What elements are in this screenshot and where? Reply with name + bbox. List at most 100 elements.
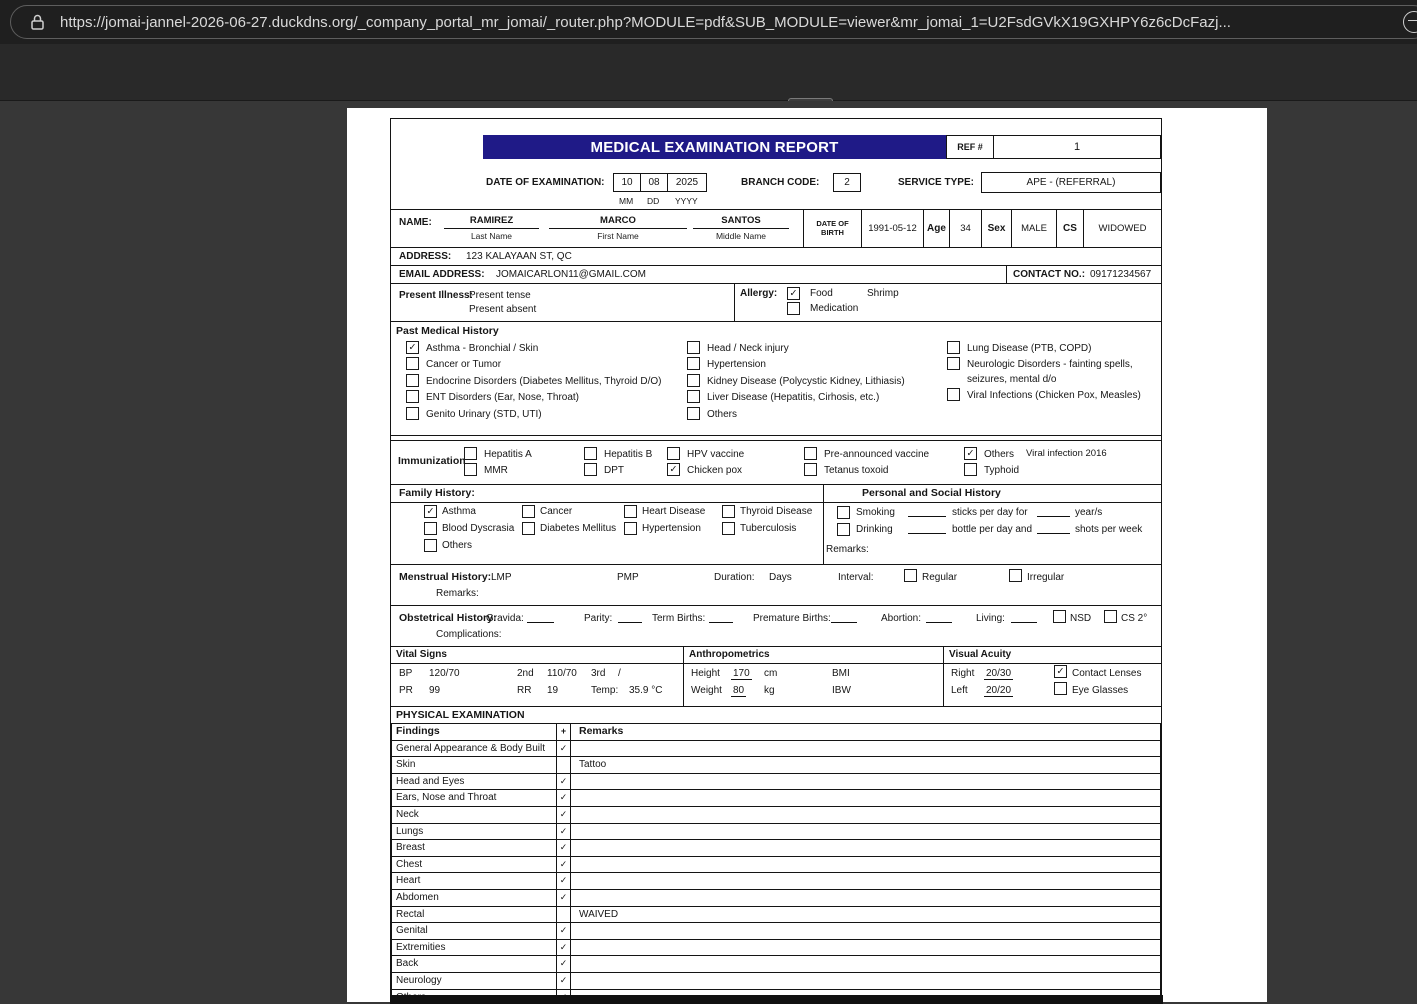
contact-lenses-checkbox: ✓ xyxy=(1054,665,1067,678)
finding-name: Neck xyxy=(391,805,557,824)
premature-births-blank xyxy=(831,613,857,623)
findings-row: Chest ✓ xyxy=(391,855,1161,874)
url-text[interactable]: https://jomai-jannel-2026-06-27.duckdns.… xyxy=(60,14,1231,31)
past-medical-item: Neurologic Disorders - fainting spells, … xyxy=(947,356,1155,387)
finding-remark xyxy=(570,955,1161,973)
immunization-item-label: Typhoid xyxy=(984,465,1020,477)
immunization-item-label: Pre-announced vaccine xyxy=(824,449,930,460)
address-section: ADDRESS: 123 KALAYAAN ST, QC xyxy=(391,247,1161,265)
drinking-end-label: shots per week xyxy=(1075,524,1143,535)
finding-name: Chest xyxy=(391,855,557,874)
family-item-checkbox xyxy=(722,522,735,535)
immunization-item: ✓ Chicken pox xyxy=(667,462,744,478)
dob-label: DATE OF BIRTH xyxy=(803,210,861,247)
past-medical-item-label: Genito Urinary (STD, UTI) xyxy=(426,408,542,420)
living-blank xyxy=(1011,613,1037,623)
address-value: 123 KALAYAAN ST, QC xyxy=(466,251,572,262)
immunization-item-checkbox xyxy=(584,463,597,477)
finding-check: ✓ xyxy=(556,822,571,841)
past-medical-item-label: Neurologic Disorders - fainting spells, … xyxy=(967,359,1133,386)
family-item-label: Asthma xyxy=(442,506,476,517)
smoking-blank1 xyxy=(908,507,946,517)
exam-date-yyyy: 2025 xyxy=(667,173,707,192)
family-item-checkbox xyxy=(522,505,535,518)
complications-label: Complications: xyxy=(436,629,502,640)
family-item-label: Heart Disease xyxy=(642,506,706,517)
cs-label: CS xyxy=(1056,210,1083,247)
past-medical-item-label: ENT Disorders (Ear, Nose, Throat) xyxy=(426,392,580,404)
bmi-label: BMI xyxy=(832,668,850,679)
finding-remark xyxy=(570,822,1161,841)
immunization-item-checkbox xyxy=(464,447,477,460)
exam-date-label: DATE OF EXAMINATION: xyxy=(486,177,605,188)
weight-unit: kg xyxy=(764,685,775,696)
finding-check: ✓ xyxy=(556,922,571,940)
bp3-label: 3rd xyxy=(591,668,606,679)
past-medical-item-checkbox xyxy=(687,390,700,404)
present-illness-line2: Present absent xyxy=(469,304,537,315)
finding-name: Lungs xyxy=(391,822,557,841)
findings-row: Back ✓ xyxy=(391,955,1161,973)
smoking-blank2 xyxy=(1037,507,1070,517)
email-section: EMAIL ADDRESS: JOMAICARLON11@GMAIL.COM C… xyxy=(391,265,1161,283)
finding-name: Breast xyxy=(391,839,557,857)
irregular-label: Irregular xyxy=(1027,572,1065,583)
lock-icon[interactable] xyxy=(29,13,46,32)
address-bar[interactable]: https://jomai-jannel-2026-06-27.duckdns.… xyxy=(10,5,1417,39)
findings-row: Lungs ✓ xyxy=(391,822,1161,841)
dob-value: 1991-05-12 xyxy=(861,210,923,247)
family-item-label: Diabetes Mellitus xyxy=(540,523,617,534)
pdf-canvas[interactable]: MEDICAL EXAMINATION REPORT REF # 1 DATE … xyxy=(0,101,1417,1004)
allergy-food-note: Shrimp xyxy=(867,288,899,299)
past-medical-title: Past Medical History xyxy=(396,325,499,337)
premature-births-label: Premature Births: xyxy=(753,613,831,624)
irregular-checkbox xyxy=(1009,569,1022,582)
finding-name: Head and Eyes xyxy=(391,772,557,791)
dd-label: DD xyxy=(647,196,660,206)
immunization-item-label: Hepatitis A xyxy=(484,449,532,460)
menstrual-section: Menstrual History: LMP PMP Duration: Day… xyxy=(391,564,1161,605)
immunization-item-checkbox xyxy=(964,463,977,477)
parity-blank xyxy=(618,613,642,623)
family-history-panel: Family History: ✓ Asthma Blood Dyscrasia Ot… xyxy=(391,485,823,564)
present-illness-line1: Present tense xyxy=(469,290,531,301)
findings-row: Heart ✓ xyxy=(391,872,1161,890)
weight-label: Weight xyxy=(691,685,722,696)
past-medical-item: Liver Disease (Hepatitis, Cirhosis, etc.… xyxy=(687,389,943,405)
bp3-value: / xyxy=(618,668,621,679)
past-medical-item: Kidney Disease (Polycystic Kidney, Lithi… xyxy=(687,373,943,389)
past-medical-item-checkbox xyxy=(687,373,700,387)
first-name-group: MARCO First Name xyxy=(549,215,687,241)
immunization-item-label: Chicken pox xyxy=(687,465,743,477)
contact-cell: CONTACT NO.: 09171234567 xyxy=(1006,266,1161,283)
past-medical-item-checkbox xyxy=(406,373,419,387)
family-item-checkbox: ✓ xyxy=(424,505,437,518)
finding-check xyxy=(556,756,571,774)
finding-check: ✓ xyxy=(556,971,571,990)
finding-remark xyxy=(570,739,1161,758)
findings-table: Findings + Remarks General Appearance & … xyxy=(391,723,1161,996)
finding-remark: WAIVED xyxy=(570,905,1161,924)
finding-check: ✓ xyxy=(556,855,571,874)
pdf-toolbar: Draw T A 1 of 2 xyxy=(0,44,1417,134)
past-medical-item-label: Viral Infections (Chicken Pox, Measles) xyxy=(967,390,1141,402)
past-medical-item-label: Cancer or Tumor xyxy=(426,359,502,371)
findings-header-row: Findings + Remarks xyxy=(391,723,1161,741)
obstetrical-label: Obstetrical History: xyxy=(399,612,497,624)
contact-value: 09171234567 xyxy=(1090,269,1152,280)
finding-remark xyxy=(570,772,1161,791)
findings-header: Findings xyxy=(391,723,557,741)
gravida-label: Gravida: xyxy=(486,613,524,624)
smoking-mid-label: sticks per day for xyxy=(952,507,1028,518)
immunization-item-checkbox xyxy=(667,447,680,460)
family-item-checkbox xyxy=(522,522,535,535)
yyyy-label: YYYY xyxy=(675,196,698,206)
finding-name: Abdomen xyxy=(391,888,557,907)
vital-signs-title: Vital Signs xyxy=(391,647,683,664)
menstrual-remarks-label: Remarks: xyxy=(436,588,479,599)
finding-check: ✓ xyxy=(556,872,571,890)
past-medical-item-checkbox xyxy=(947,341,960,354)
rr-label: RR xyxy=(517,685,532,696)
next-section-bar xyxy=(390,995,1163,1004)
finding-name: General Appearance & Body Built xyxy=(391,739,557,758)
